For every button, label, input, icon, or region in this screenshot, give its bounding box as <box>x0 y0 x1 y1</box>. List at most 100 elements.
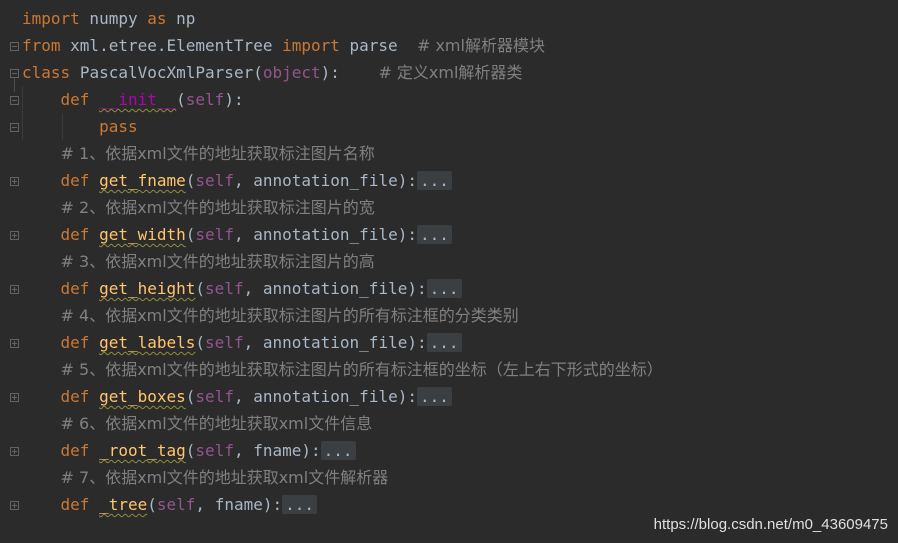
folded-code-placeholder[interactable]: ... <box>282 495 318 514</box>
fold-collapse-icon[interactable] <box>10 96 19 105</box>
code-line[interactable]: # 1、依据xml文件的地址获取标注图片名称 <box>22 140 898 167</box>
code-text: ): <box>224 90 244 109</box>
keyword: def <box>60 171 90 190</box>
code-line[interactable]: def get_height(self, annotation_file):..… <box>22 275 898 302</box>
method-name: _root_tag <box>99 441 186 460</box>
code-line[interactable]: import numpy as np <box>22 5 898 32</box>
comment: # 4、依据xml文件的地址获取标注图片的所有标注框的分类类别 <box>60 306 519 325</box>
code-text: ( <box>185 441 196 460</box>
folded-code-placeholder[interactable]: ... <box>320 441 356 460</box>
fold-end-icon[interactable] <box>10 123 19 132</box>
fold-expand-icon[interactable] <box>10 285 19 294</box>
comment: # 1、依据xml文件的地址获取标注图片名称 <box>60 144 375 163</box>
self-param: self <box>156 495 196 514</box>
code-line[interactable]: def get_fname(self, annotation_file):... <box>22 167 898 194</box>
code-editor[interactable]: import numpy as np from xml.etree.Elemen… <box>0 5 898 543</box>
code-line[interactable]: # 7、依据xml文件的地址获取xml文件解析器 <box>22 464 898 491</box>
code-text: ( <box>147 495 157 514</box>
keyword: def <box>60 333 90 352</box>
self-param: self <box>185 90 225 109</box>
class-name: PascalVocXmlParser <box>79 63 254 82</box>
code-line[interactable]: # 6、依据xml文件的地址获取xml文件信息 <box>22 410 898 437</box>
code-line[interactable]: pass <box>22 113 898 140</box>
method-name: _tree <box>99 495 148 514</box>
code-line[interactable]: # 5、依据xml文件的地址获取标注图片的所有标注框的坐标（左上右下形式的坐标） <box>22 356 898 383</box>
folded-code-placeholder[interactable]: ... <box>426 333 462 352</box>
code-text: , fname): <box>233 441 321 460</box>
comment: # 3、依据xml文件的地址获取标注图片的高 <box>60 252 375 271</box>
code-line[interactable]: from xml.etree.ElementTree import parse … <box>22 32 898 59</box>
fold-expand-icon[interactable] <box>10 177 19 186</box>
comment: # xml解析器模块 <box>416 36 545 55</box>
code-text: ( <box>185 171 196 190</box>
editor-gutter <box>0 5 22 543</box>
code-text: parse <box>339 36 417 55</box>
code-line[interactable]: class PascalVocXmlParser(object): # 定义xm… <box>22 59 898 86</box>
code-line[interactable]: def get_labels(self, annotation_file):..… <box>22 329 898 356</box>
code-text: ( <box>185 387 196 406</box>
comment: # 6、依据xml文件的地址获取xml文件信息 <box>60 414 373 433</box>
keyword: def <box>60 441 90 460</box>
code-text: np <box>166 9 196 28</box>
keyword: class <box>22 63 71 82</box>
code-text: , annotation_file): <box>233 171 417 190</box>
fold-expand-icon[interactable] <box>10 447 19 456</box>
keyword: def <box>60 225 90 244</box>
comment: # 定义xml解析器类 <box>378 63 523 82</box>
method-name: get_width <box>99 225 186 244</box>
comment: # 5、依据xml文件的地址获取标注图片的所有标注框的坐标（左上右下形式的坐标） <box>60 360 663 379</box>
fold-expand-icon[interactable] <box>10 339 19 348</box>
comment: # 2、依据xml文件的地址获取标注图片的宽 <box>60 198 375 217</box>
code-line[interactable]: def get_width(self, annotation_file):... <box>22 221 898 248</box>
method-name: __init__ <box>99 90 177 109</box>
folded-code-placeholder[interactable]: ... <box>416 171 452 190</box>
code-text: , annotation_file): <box>233 387 417 406</box>
keyword: import <box>22 9 80 28</box>
fold-expand-icon[interactable] <box>10 501 19 510</box>
code-line[interactable]: def _root_tag(self, fname):... <box>22 437 898 464</box>
keyword: from <box>22 36 61 55</box>
self-param: self <box>195 441 234 460</box>
self-param: self <box>195 387 234 406</box>
folded-code-placeholder[interactable]: ... <box>426 279 462 298</box>
code-line[interactable]: # 2、依据xml文件的地址获取标注图片的宽 <box>22 194 898 221</box>
keyword: import <box>282 36 340 55</box>
builtin-object: object <box>262 63 321 82</box>
code-text: ( <box>195 279 206 298</box>
fold-expand-icon[interactable] <box>10 393 19 402</box>
keyword: as <box>147 9 167 28</box>
code-line[interactable]: def __init__(self): <box>22 86 898 113</box>
code-text: xml.etree.ElementTree <box>60 36 283 55</box>
code-text: ): <box>320 63 379 82</box>
keyword: def <box>60 90 90 109</box>
code-text: numpy <box>79 9 148 28</box>
code-text: , annotation_file): <box>233 225 417 244</box>
fold-expand-icon[interactable] <box>10 231 19 240</box>
self-param: self <box>195 225 234 244</box>
keyword: def <box>60 279 90 298</box>
code-line[interactable]: # 3、依据xml文件的地址获取标注图片的高 <box>22 248 898 275</box>
code-text: , annotation_file): <box>243 333 427 352</box>
code-line[interactable]: def get_boxes(self, annotation_file):... <box>22 383 898 410</box>
code-area[interactable]: import numpy as np from xml.etree.Elemen… <box>22 5 898 518</box>
keyword: pass <box>99 117 138 136</box>
fold-collapse-icon[interactable] <box>10 42 19 51</box>
fold-collapse-icon[interactable] <box>10 69 19 78</box>
code-line[interactable]: def _tree(self, fname):... <box>22 491 898 518</box>
comment: # 7、依据xml文件的地址获取xml文件解析器 <box>60 468 389 487</box>
folded-code-placeholder[interactable]: ... <box>416 387 452 406</box>
folded-code-placeholder[interactable]: ... <box>416 225 452 244</box>
code-text: ( <box>176 90 186 109</box>
self-param: self <box>195 171 234 190</box>
code-text: ( <box>253 63 263 82</box>
method-name: get_height <box>99 279 196 298</box>
code-line[interactable]: # 4、依据xml文件的地址获取标注图片的所有标注框的分类类别 <box>22 302 898 329</box>
code-text: , fname): <box>195 495 283 514</box>
